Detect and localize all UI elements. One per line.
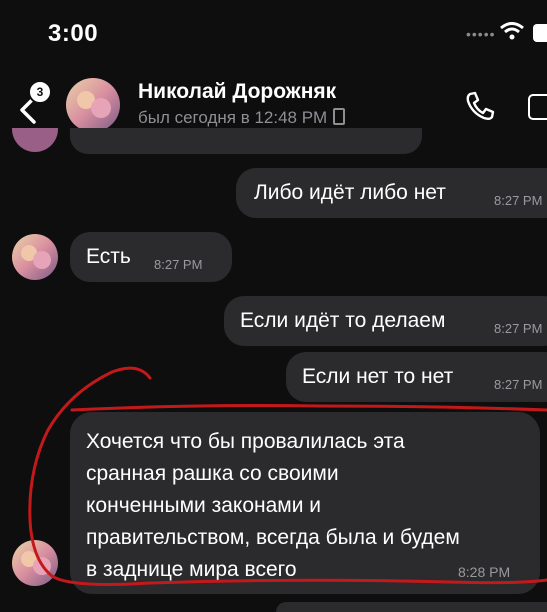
- avatar[interactable]: [12, 234, 58, 280]
- message-time: 8:27 PM: [494, 193, 543, 208]
- message-line: конченными законами и: [86, 494, 322, 517]
- avatar: [12, 128, 58, 152]
- partial-message-bubble: [276, 602, 547, 612]
- unread-badge: 3: [28, 80, 52, 104]
- clock: 3:00: [48, 20, 99, 47]
- message-time: 8:27 PM: [494, 321, 543, 336]
- avatar[interactable]: [66, 78, 120, 132]
- message-bubble-incoming[interactable]: Есть 8:27 PM: [70, 232, 232, 282]
- message-time: 8:28 PM: [458, 564, 511, 580]
- message-bubble-incoming[interactable]: Хочется что бы провалилась эта сранная р…: [70, 412, 540, 594]
- wifi-icon: [500, 22, 524, 40]
- signal-icon: •••••: [466, 26, 496, 42]
- last-seen-text: был сегодня в 12:48 PM: [138, 108, 328, 127]
- status-bar: 3:00 •••••: [0, 0, 547, 70]
- avatar[interactable]: [12, 540, 58, 586]
- partial-message-bubble: [70, 128, 422, 154]
- video-call-icon[interactable]: [528, 94, 547, 120]
- message-line: Хочется что бы провалилась эта: [86, 430, 405, 453]
- message-time: 8:27 PM: [154, 257, 203, 272]
- message-text: Либо идёт либо нет: [254, 181, 446, 204]
- message-time: 8:27 PM: [494, 377, 543, 392]
- message-bubble-outgoing[interactable]: Если нет то нет 8:27 PM: [286, 352, 547, 402]
- last-seen-status: был сегодня в 12:48 PM: [138, 108, 346, 128]
- message-text: Если нет то нет: [302, 365, 454, 388]
- contact-name[interactable]: Николай Дорожняк: [138, 80, 336, 104]
- message-text: Хочется что бы провалилась эта сранная р…: [86, 426, 460, 586]
- message-line: в заднице мира всего: [86, 558, 297, 581]
- message-line: сранная рашка со своими: [86, 462, 339, 485]
- phone-device-icon: [333, 108, 346, 125]
- message-bubble-outgoing[interactable]: Либо идёт либо нет 8:27 PM: [236, 168, 547, 218]
- message-line: правительством, всегда была и будем: [86, 526, 460, 549]
- message-text: Есть: [86, 245, 131, 268]
- battery-icon: [533, 24, 547, 42]
- message-bubble-outgoing[interactable]: Если идёт то делаем 8:27 PM: [224, 296, 547, 346]
- phone-icon[interactable]: [462, 88, 498, 124]
- message-text: Если идёт то делаем: [240, 309, 446, 332]
